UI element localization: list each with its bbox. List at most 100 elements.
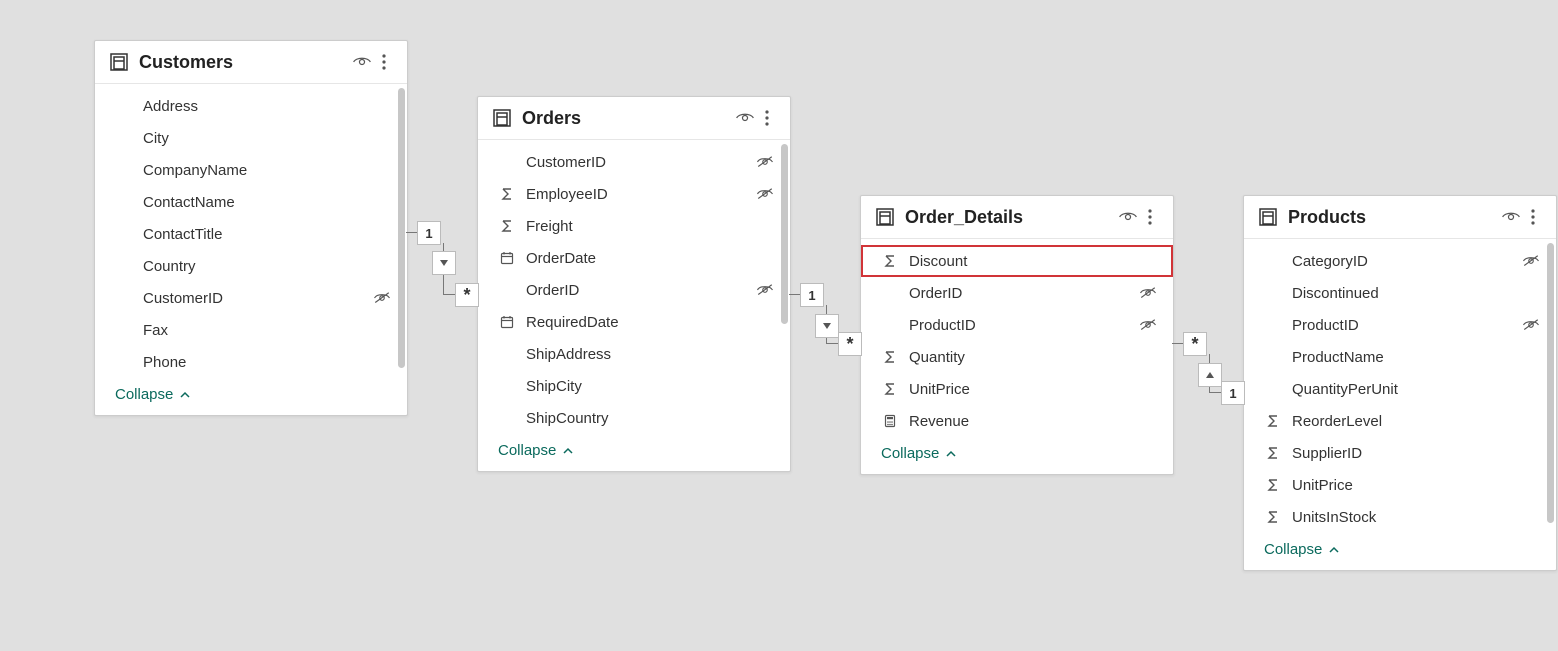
field-row[interactable]: SupplierID [1244,437,1556,469]
collapse-button[interactable]: Collapse [861,437,1173,474]
field-list: DiscountOrderID ProductID QuantityUnitPric… [861,239,1173,437]
field-name: QuantityPerUnit [1292,381,1540,398]
visibility-toggle[interactable] [351,51,373,73]
hidden-icon [756,153,774,171]
model-canvas[interactable]: Customers AddressCityCompanyNameContactN… [0,0,1558,651]
field-name: CategoryID [1292,253,1522,270]
field-row[interactable]: UnitPrice [1244,469,1556,501]
field-name: ProductID [909,317,1139,334]
field-row[interactable]: Discontinued [1244,277,1556,309]
more-options-button[interactable] [756,107,778,129]
scrollbar[interactable] [778,140,790,434]
field-row[interactable]: Freight [478,210,790,242]
relationship-line[interactable] [443,294,455,295]
field-row[interactable]: CustomerID [95,282,407,314]
field-row[interactable]: ContactName [95,186,407,218]
scrollbar[interactable] [1544,239,1556,533]
field-row[interactable]: CategoryID [1244,245,1556,277]
relationship-line[interactable] [1209,354,1210,363]
collapse-label: Collapse [1264,541,1322,558]
table-card-order-details[interactable]: Order_Details DiscountOrderID ProductID Qu… [860,195,1174,475]
cardinality-one-badge: 1 [417,221,441,245]
chevron-up-icon [562,445,574,457]
field-row[interactable]: Quantity [861,341,1173,373]
filter-direction-icon [815,314,839,338]
table-title: Order_Details [905,207,1117,228]
blank-icon [115,353,133,371]
relationship-line[interactable] [443,273,444,294]
field-row[interactable]: EmployeeID [478,178,790,210]
relationship-line[interactable] [1209,392,1221,393]
field-name: EmployeeID [526,186,756,203]
field-row[interactable]: OrderDate [478,242,790,274]
field-row[interactable]: ReorderLevel [1244,405,1556,437]
hidden-icon [756,281,774,299]
field-row[interactable]: QuantityPerUnit [1244,373,1556,405]
visibility-toggle[interactable] [734,107,756,129]
collapse-button[interactable]: Collapse [478,434,790,471]
hidden-icon [756,185,774,203]
cardinality-one-badge: 1 [800,283,824,307]
blank-icon [115,161,133,179]
field-row[interactable]: ShipCity [478,370,790,402]
field-row[interactable]: ContactTitle [95,218,407,250]
table-card-orders[interactable]: Orders CustomerIDEmployeeIDFreightOrderD… [477,96,791,472]
field-row[interactable]: RequiredDate [478,306,790,338]
filter-direction-icon [432,251,456,275]
blank-icon [115,97,133,115]
table-header-order-details: Order_Details [861,196,1173,239]
more-options-button[interactable] [1139,206,1161,228]
field-name: UnitPrice [1292,477,1540,494]
collapse-label: Collapse [115,386,173,403]
visibility-toggle[interactable] [1500,206,1522,228]
table-card-customers[interactable]: Customers AddressCityCompanyNameContactN… [94,40,408,416]
field-name: ShipCity [526,378,774,395]
field-row[interactable]: City [95,122,407,154]
field-row[interactable]: Discount [861,245,1173,277]
field-row[interactable]: Revenue [861,405,1173,437]
field-row[interactable]: UnitPrice [861,373,1173,405]
field-row[interactable]: OrderID [478,274,790,306]
scrollbar[interactable] [395,84,407,378]
field-row[interactable]: Address [95,90,407,122]
blank-icon [115,129,133,147]
sigma-icon [498,217,516,235]
field-row[interactable]: ProductID [1244,309,1556,341]
blank-icon [115,193,133,211]
more-options-button[interactable] [373,51,395,73]
field-row[interactable]: ProductName [1244,341,1556,373]
relationship-line[interactable] [826,305,827,314]
sigma-icon [1264,444,1282,462]
blank-icon [115,321,133,339]
field-row[interactable]: CompanyName [95,154,407,186]
hidden-icon [1522,316,1540,334]
field-row[interactable]: OrderID [861,277,1173,309]
field-row[interactable]: CustomerID [478,146,790,178]
blank-icon [498,377,516,395]
field-name: Fax [143,322,391,339]
field-name: ProductName [1292,349,1540,366]
field-row[interactable]: ShipCountry [478,402,790,434]
field-row[interactable]: ShipAddress [478,338,790,370]
table-icon [109,52,129,72]
relationship-line[interactable] [1172,343,1183,344]
relationship-line[interactable] [443,243,444,251]
field-row[interactable]: UnitsInStock [1244,501,1556,533]
more-options-button[interactable] [1522,206,1544,228]
relationship-line[interactable] [789,294,800,295]
field-row[interactable]: Phone [95,346,407,378]
hidden-icon [1139,284,1157,302]
field-row[interactable]: ProductID [861,309,1173,341]
table-title: Customers [139,52,351,73]
field-list: CustomerID EmployeeID FreightOrderDateOrde… [478,140,790,434]
table-card-products[interactable]: Products CategoryIDDiscontinuedProductID… [1243,195,1557,571]
field-row[interactable]: Fax [95,314,407,346]
relationship-line[interactable] [406,232,417,233]
relationship-line[interactable] [826,343,838,344]
visibility-toggle[interactable] [1117,206,1139,228]
collapse-button[interactable]: Collapse [1244,533,1556,570]
hidden-icon [373,289,391,307]
sigma-icon [1264,412,1282,430]
field-row[interactable]: Country [95,250,407,282]
collapse-button[interactable]: Collapse [95,378,407,415]
